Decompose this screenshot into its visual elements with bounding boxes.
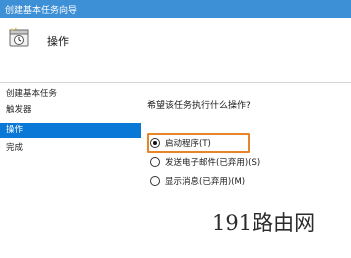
sidebar-item-finish[interactable]: 完成 (0, 141, 141, 156)
sidebar-item-action[interactable]: 操作 (0, 123, 141, 138)
highlight-annotation (147, 133, 250, 153)
radio-unchecked-icon[interactable] (150, 175, 160, 186)
sidebar-item-label: 触发器 (6, 105, 32, 115)
sidebar-item-create-basic-task[interactable]: 创建基本任务 (0, 87, 141, 102)
wizard-steps-sidebar: 创建基本任务 触发器 操作 完成 (0, 83, 141, 258)
radio-unchecked-icon[interactable] (150, 156, 160, 167)
option-label: 显示消息(已弃用)(M) (165, 177, 246, 187)
action-question: 希望该任务执行什么操作? (147, 101, 251, 111)
sidebar-item-label: 操作 (6, 125, 24, 135)
window-title: 创建基本任务向导 (5, 6, 78, 16)
option-send-email[interactable]: 发送电子邮件(已弃用)(S) (150, 156, 260, 170)
option-label: 发送电子邮件(已弃用)(S) (165, 158, 261, 168)
wizard-header: 操作 (0, 18, 351, 68)
title-bar: 创建基本任务向导 (0, 0, 351, 18)
sidebar-item-trigger[interactable]: 触发器 (0, 103, 141, 118)
task-clock-icon (9, 27, 29, 47)
sidebar-item-label: 创建基本任务 (6, 89, 58, 99)
watermark-logo: 191路由网 (212, 211, 316, 235)
sidebar-item-label: 完成 (6, 143, 24, 153)
option-show-message[interactable]: 显示消息(已弃用)(M) (150, 175, 245, 189)
page-title: 操作 (47, 35, 69, 48)
